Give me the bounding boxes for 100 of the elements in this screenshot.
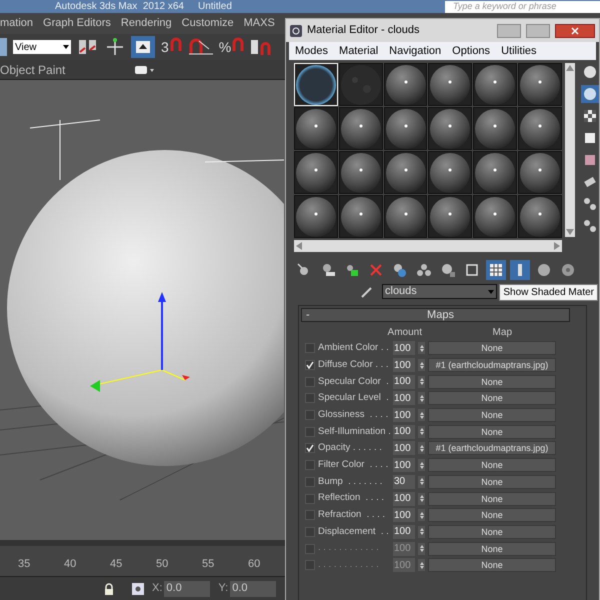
amount-field[interactable]: 100	[393, 441, 415, 456]
y-coordinate-field[interactable]: 0.0	[230, 580, 276, 596]
map-slot-button[interactable]: None	[428, 474, 556, 489]
spinner-control[interactable]	[418, 526, 425, 538]
side-tool-button[interactable]	[581, 217, 599, 235]
map-slot-button[interactable]: None	[428, 492, 556, 506]
menu-item[interactable]: Modes	[295, 42, 328, 60]
move-icon[interactable]	[105, 37, 125, 57]
map-channel-label: Self-Illumination .	[318, 424, 390, 439]
checkbox[interactable]	[305, 526, 315, 537]
angle-snap-icon[interactable]	[188, 36, 213, 54]
spinner-control[interactable]	[418, 559, 425, 572]
checkbox[interactable]	[305, 376, 315, 387]
menu-item[interactable]: Material	[339, 42, 378, 60]
spinner-control[interactable]	[418, 509, 425, 522]
close-button[interactable]	[555, 24, 595, 38]
spinner-control[interactable]	[418, 376, 425, 388]
vertical-scrollbar[interactable]	[565, 63, 575, 237]
spinner-control[interactable]	[418, 392, 425, 404]
map-slot-button[interactable]: None	[428, 424, 556, 439]
checkbox[interactable]	[305, 393, 315, 404]
crosshair-icon[interactable]	[132, 582, 144, 594]
snap-toggle[interactable]: 3	[161, 36, 213, 58]
tooltip: Show Shaded Mater	[499, 284, 598, 301]
side-tool-button[interactable]	[581, 63, 599, 81]
sphere-preview-icon	[386, 64, 426, 104]
amount-field[interactable]: 100	[393, 424, 415, 439]
spinner-control[interactable]	[418, 476, 425, 488]
menu-item[interactable]: Rendering	[120, 15, 172, 32]
rollout-header[interactable]: - Maps	[301, 308, 570, 322]
menu-item[interactable]: MAXS	[244, 15, 275, 32]
menu-item[interactable]: Utilities	[501, 42, 537, 60]
x-coordinate-field[interactable]: 0.0	[164, 580, 210, 596]
checkbox[interactable]	[305, 343, 315, 354]
map-slot-button[interactable]: #1 (earthcloudmaptrans.jpg)	[428, 358, 556, 372]
sphere-preview-icon	[340, 64, 381, 104]
checkbox[interactable]	[305, 460, 315, 470]
map-slot-button[interactable]: #1 (earthcloudmaptrans.jpg)	[428, 441, 556, 456]
material-name-field[interactable]: clouds	[382, 284, 497, 299]
checkbox[interactable]	[305, 476, 315, 487]
mirror-icon[interactable]	[77, 38, 99, 56]
square-icon	[582, 130, 598, 146]
lock-icon[interactable]	[104, 582, 114, 594]
amount-field[interactable]: 100	[393, 524, 415, 539]
map-slot-button[interactable]: None	[428, 391, 556, 406]
amount-field[interactable]: 100	[393, 408, 415, 422]
menu-item[interactable]: Customize	[182, 15, 234, 32]
menu-item[interactable]: mation	[0, 15, 34, 32]
sphere-preview-icon	[430, 64, 470, 104]
spinner-control[interactable]	[418, 409, 425, 422]
sphere-preview-icon	[520, 64, 560, 104]
eyedropper-icon[interactable]	[360, 284, 374, 298]
view-dropdown[interactable]: View	[13, 40, 71, 54]
menu-item[interactable]: Options	[452, 42, 490, 60]
close-icon	[571, 26, 579, 34]
checkbox[interactable]	[305, 443, 315, 454]
sphere-icon	[582, 64, 598, 80]
editor-tool-button[interactable]	[510, 260, 530, 280]
search-field[interactable]: Type a keyword or phrase	[445, 0, 600, 12]
spinner-control[interactable]	[418, 342, 425, 354]
map-slot-button[interactable]: None	[428, 341, 556, 356]
checkbox[interactable]	[305, 510, 315, 520]
map-slot-button[interactable]: None	[428, 508, 556, 522]
side-tool-button[interactable]	[581, 195, 599, 213]
snap-toggle[interactable]: %	[218, 36, 244, 58]
backlight-icon	[582, 86, 598, 102]
checkbox[interactable]	[305, 360, 315, 370]
select-object-button[interactable]	[131, 36, 155, 58]
side-tool-button[interactable]	[581, 107, 599, 125]
ribbon-label[interactable]: Object Paint	[0, 60, 66, 78]
amount-field[interactable]: 100	[393, 374, 415, 389]
horizontal-scrollbar[interactable]	[294, 240, 562, 252]
checkbox[interactable]	[305, 410, 315, 420]
sphere-preview-icon	[520, 152, 560, 192]
menu-item[interactable]: Graph Editors	[43, 15, 111, 32]
amount-field[interactable]: 100	[393, 458, 415, 472]
spinner-control[interactable]	[418, 442, 425, 454]
amount-field[interactable]: 100	[393, 341, 415, 356]
map-slot-button[interactable]: None	[428, 524, 556, 539]
spinner-snap-icon[interactable]	[250, 38, 272, 56]
map-slot-button[interactable]: None	[428, 458, 556, 472]
menu-item[interactable]: Navigation	[389, 42, 442, 60]
checkbox[interactable]	[305, 494, 315, 504]
map-slot-button[interactable]: None	[428, 374, 556, 389]
editor-tool-button[interactable]	[486, 260, 506, 280]
spinner-control[interactable]	[418, 542, 425, 555]
checkbox[interactable]	[305, 426, 315, 437]
amount-field[interactable]: 100	[393, 391, 415, 406]
left-arrow-icon	[296, 242, 302, 250]
map-slot-button[interactable]: None	[428, 408, 556, 422]
spinner-control[interactable]	[418, 359, 425, 372]
dropdown-icon[interactable]	[135, 64, 156, 74]
amount-field[interactable]: 100	[393, 492, 415, 506]
spinner-control[interactable]	[418, 459, 425, 472]
side-tool-button[interactable]	[581, 85, 599, 103]
spinner-control[interactable]	[418, 426, 425, 438]
amount-field[interactable]: 100	[393, 358, 415, 372]
spinner-control[interactable]	[418, 492, 425, 505]
amount-field[interactable]: 100	[393, 508, 415, 522]
amount-field[interactable]: 30	[393, 474, 415, 489]
